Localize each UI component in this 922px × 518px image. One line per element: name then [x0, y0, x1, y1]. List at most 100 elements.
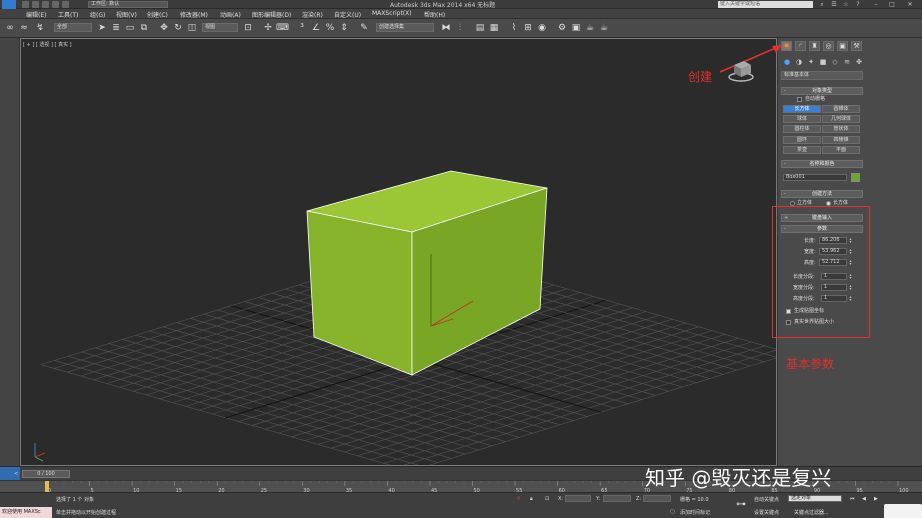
selection-filter-dropdown[interactable]: 全部	[54, 23, 92, 32]
timeline-prev-icon[interactable]: <	[14, 471, 18, 477]
lights-icon[interactable]: ✦	[806, 57, 816, 67]
sphere-button[interactable]: 球体	[783, 115, 821, 123]
new-file-icon[interactable]	[22, 1, 29, 8]
menu-animation[interactable]: 动画(A)	[220, 10, 241, 19]
pivot-center-icon[interactable]: ⊡	[242, 22, 254, 34]
y-coord-field[interactable]	[603, 495, 631, 502]
play-icon[interactable]: ▶	[874, 496, 878, 502]
autogrid-checkbox[interactable]	[797, 97, 802, 102]
rect-selection-icon[interactable]: ▭	[124, 22, 136, 34]
select-manipulate-icon[interactable]: ✢	[262, 22, 274, 34]
star-icon[interactable]: ☆	[842, 1, 850, 8]
menu-graph-editors[interactable]: 图形编辑器(D)	[252, 10, 291, 19]
menu-maxscript[interactable]: MAXScript(X)	[372, 10, 412, 17]
systems-icon[interactable]: ✤	[854, 57, 864, 67]
object-color-swatch[interactable]	[851, 173, 860, 182]
shapes-icon[interactable]: ◑	[794, 57, 804, 67]
community-icon[interactable]: ☰	[830, 1, 838, 8]
bind-spacewarp-icon[interactable]: ↯	[34, 22, 46, 34]
app-logo-icon[interactable]	[2, 0, 16, 9]
snap-toggle-icon[interactable]: ³	[296, 22, 308, 34]
maximize-icon[interactable]: □	[888, 1, 896, 8]
hierarchy-tab-icon[interactable]: ♜	[809, 41, 820, 51]
render-setup-icon[interactable]: ⚙	[556, 22, 568, 34]
link-icon[interactable]: ∞	[4, 22, 16, 34]
set-key-icon[interactable]: ⊶	[736, 499, 746, 510]
material-editor-icon[interactable]: ◉	[536, 22, 548, 34]
menu-create[interactable]: 创建(C)	[147, 10, 168, 19]
schematic-view-icon[interactable]: ⊞	[522, 22, 534, 34]
spinner-snap-icon[interactable]: ⇕	[338, 22, 350, 34]
align-icon[interactable]: ⫶	[454, 22, 466, 34]
menu-help[interactable]: 帮助(H)	[424, 10, 445, 19]
object-name-input[interactable]: Box001	[783, 174, 847, 181]
scale-icon[interactable]: ◫	[186, 22, 198, 34]
torus-button[interactable]: 圆环	[783, 136, 821, 144]
minimize-icon[interactable]: –	[872, 1, 880, 8]
perspective-viewport[interactable]: [ + ] [ 透视 ] [ 真实 ]	[20, 38, 777, 466]
time-slider-thumb[interactable]: 0 / 100	[22, 470, 70, 478]
rotate-icon[interactable]: ↻	[172, 22, 184, 34]
render-production-icon[interactable]: ☕	[584, 22, 596, 34]
search-icon[interactable]: ⌕	[818, 1, 826, 8]
go-to-start-icon[interactable]: ⏮	[850, 496, 855, 502]
object-category-dropdown[interactable]: 标准基本体	[781, 71, 863, 80]
mirror-icon[interactable]: ⧓	[440, 22, 452, 34]
set-key-button[interactable]: 设置关键点	[754, 509, 779, 516]
tube-button[interactable]: 管状体	[822, 125, 860, 133]
pyramid-button[interactable]: 四棱锥	[822, 136, 860, 144]
help-icon[interactable]: ?	[854, 1, 862, 8]
prev-frame-icon[interactable]: ◀	[862, 496, 866, 502]
render-iterative-icon[interactable]: ☕	[598, 22, 610, 34]
auto-key-button[interactable]: 自动关键点	[754, 496, 779, 503]
selection-lock-icon[interactable]: 🔒︎	[530, 496, 533, 502]
select-by-name-icon[interactable]: ≣	[110, 22, 122, 34]
cameras-icon[interactable]: ■	[818, 57, 828, 67]
object-type-rollout-header[interactable]: - 对象类型	[781, 87, 863, 95]
add-time-tag-button[interactable]: 添加时间标记	[680, 509, 710, 516]
teapot-button[interactable]: 茶壶	[783, 146, 821, 154]
redo-icon[interactable]	[62, 1, 69, 8]
select-object-icon[interactable]: ➤	[96, 22, 108, 34]
cylinder-button[interactable]: 圆柱体	[783, 125, 821, 133]
modify-tab-icon[interactable]: ◜	[795, 41, 806, 51]
move-icon[interactable]: ✥	[158, 22, 170, 34]
graphite-tools-icon[interactable]: ▦	[488, 22, 500, 34]
save-file-icon[interactable]	[42, 1, 49, 8]
menu-group[interactable]: 组(G)	[90, 10, 105, 19]
creation-method-rollout-header[interactable]: - 创建方法	[781, 190, 863, 198]
layer-manager-icon[interactable]: ▤	[474, 22, 486, 34]
name-color-rollout-header[interactable]: - 名称和颜色	[781, 160, 863, 168]
utilities-tab-icon[interactable]: ⚒	[851, 41, 862, 51]
open-file-icon[interactable]	[32, 1, 39, 8]
menu-modifiers[interactable]: 修改器(M)	[180, 10, 208, 19]
key-filters-button[interactable]: 关键点过滤器...	[794, 509, 829, 516]
box-button[interactable]: 长方体	[783, 105, 821, 113]
helpers-icon[interactable]: ◇	[830, 57, 840, 67]
cone-button[interactable]: 圆锥体	[822, 105, 860, 113]
z-coord-field[interactable]	[643, 495, 671, 502]
reference-coord-dropdown[interactable]: 视图	[202, 23, 238, 32]
spacewarps-icon[interactable]: ≋	[842, 57, 852, 67]
motion-tab-icon[interactable]: ◎	[823, 41, 834, 51]
search-input[interactable]: 键入关键字或短语	[718, 1, 813, 8]
display-tab-icon[interactable]: ▣	[837, 41, 848, 51]
menu-edit[interactable]: 编辑(E)	[26, 10, 46, 19]
isolate-icon[interactable]: ⚲	[517, 496, 521, 502]
time-tag-icon[interactable]: ▢	[670, 509, 675, 515]
keyboard-shortcut-icon[interactable]: ⌨	[276, 22, 289, 34]
menu-tools[interactable]: 工具(T)	[58, 10, 78, 19]
x-coord-field[interactable]	[565, 495, 591, 502]
maxscript-listener[interactable]: 欢迎使用 MAXSc	[0, 507, 52, 518]
window-crossing-icon[interactable]: ⧉	[138, 22, 150, 34]
percent-snap-icon[interactable]: %	[324, 22, 336, 34]
curve-editor-icon[interactable]: ⌇	[508, 22, 520, 34]
menu-rendering[interactable]: 渲染(R)	[302, 10, 323, 19]
workspace-dropdown[interactable]: 工作区: 默认	[88, 1, 168, 8]
abs-rel-icon[interactable]: ⊡	[545, 496, 549, 502]
key-selection-dropdown[interactable]: 选定对象	[788, 495, 842, 502]
close-icon[interactable]: ✕	[906, 1, 914, 8]
edit-named-sel-icon[interactable]: ✎	[358, 22, 370, 34]
named-selection-set-dropdown[interactable]: 创建选择集	[376, 23, 434, 32]
geosphere-button[interactable]: 几何球体	[822, 115, 860, 123]
